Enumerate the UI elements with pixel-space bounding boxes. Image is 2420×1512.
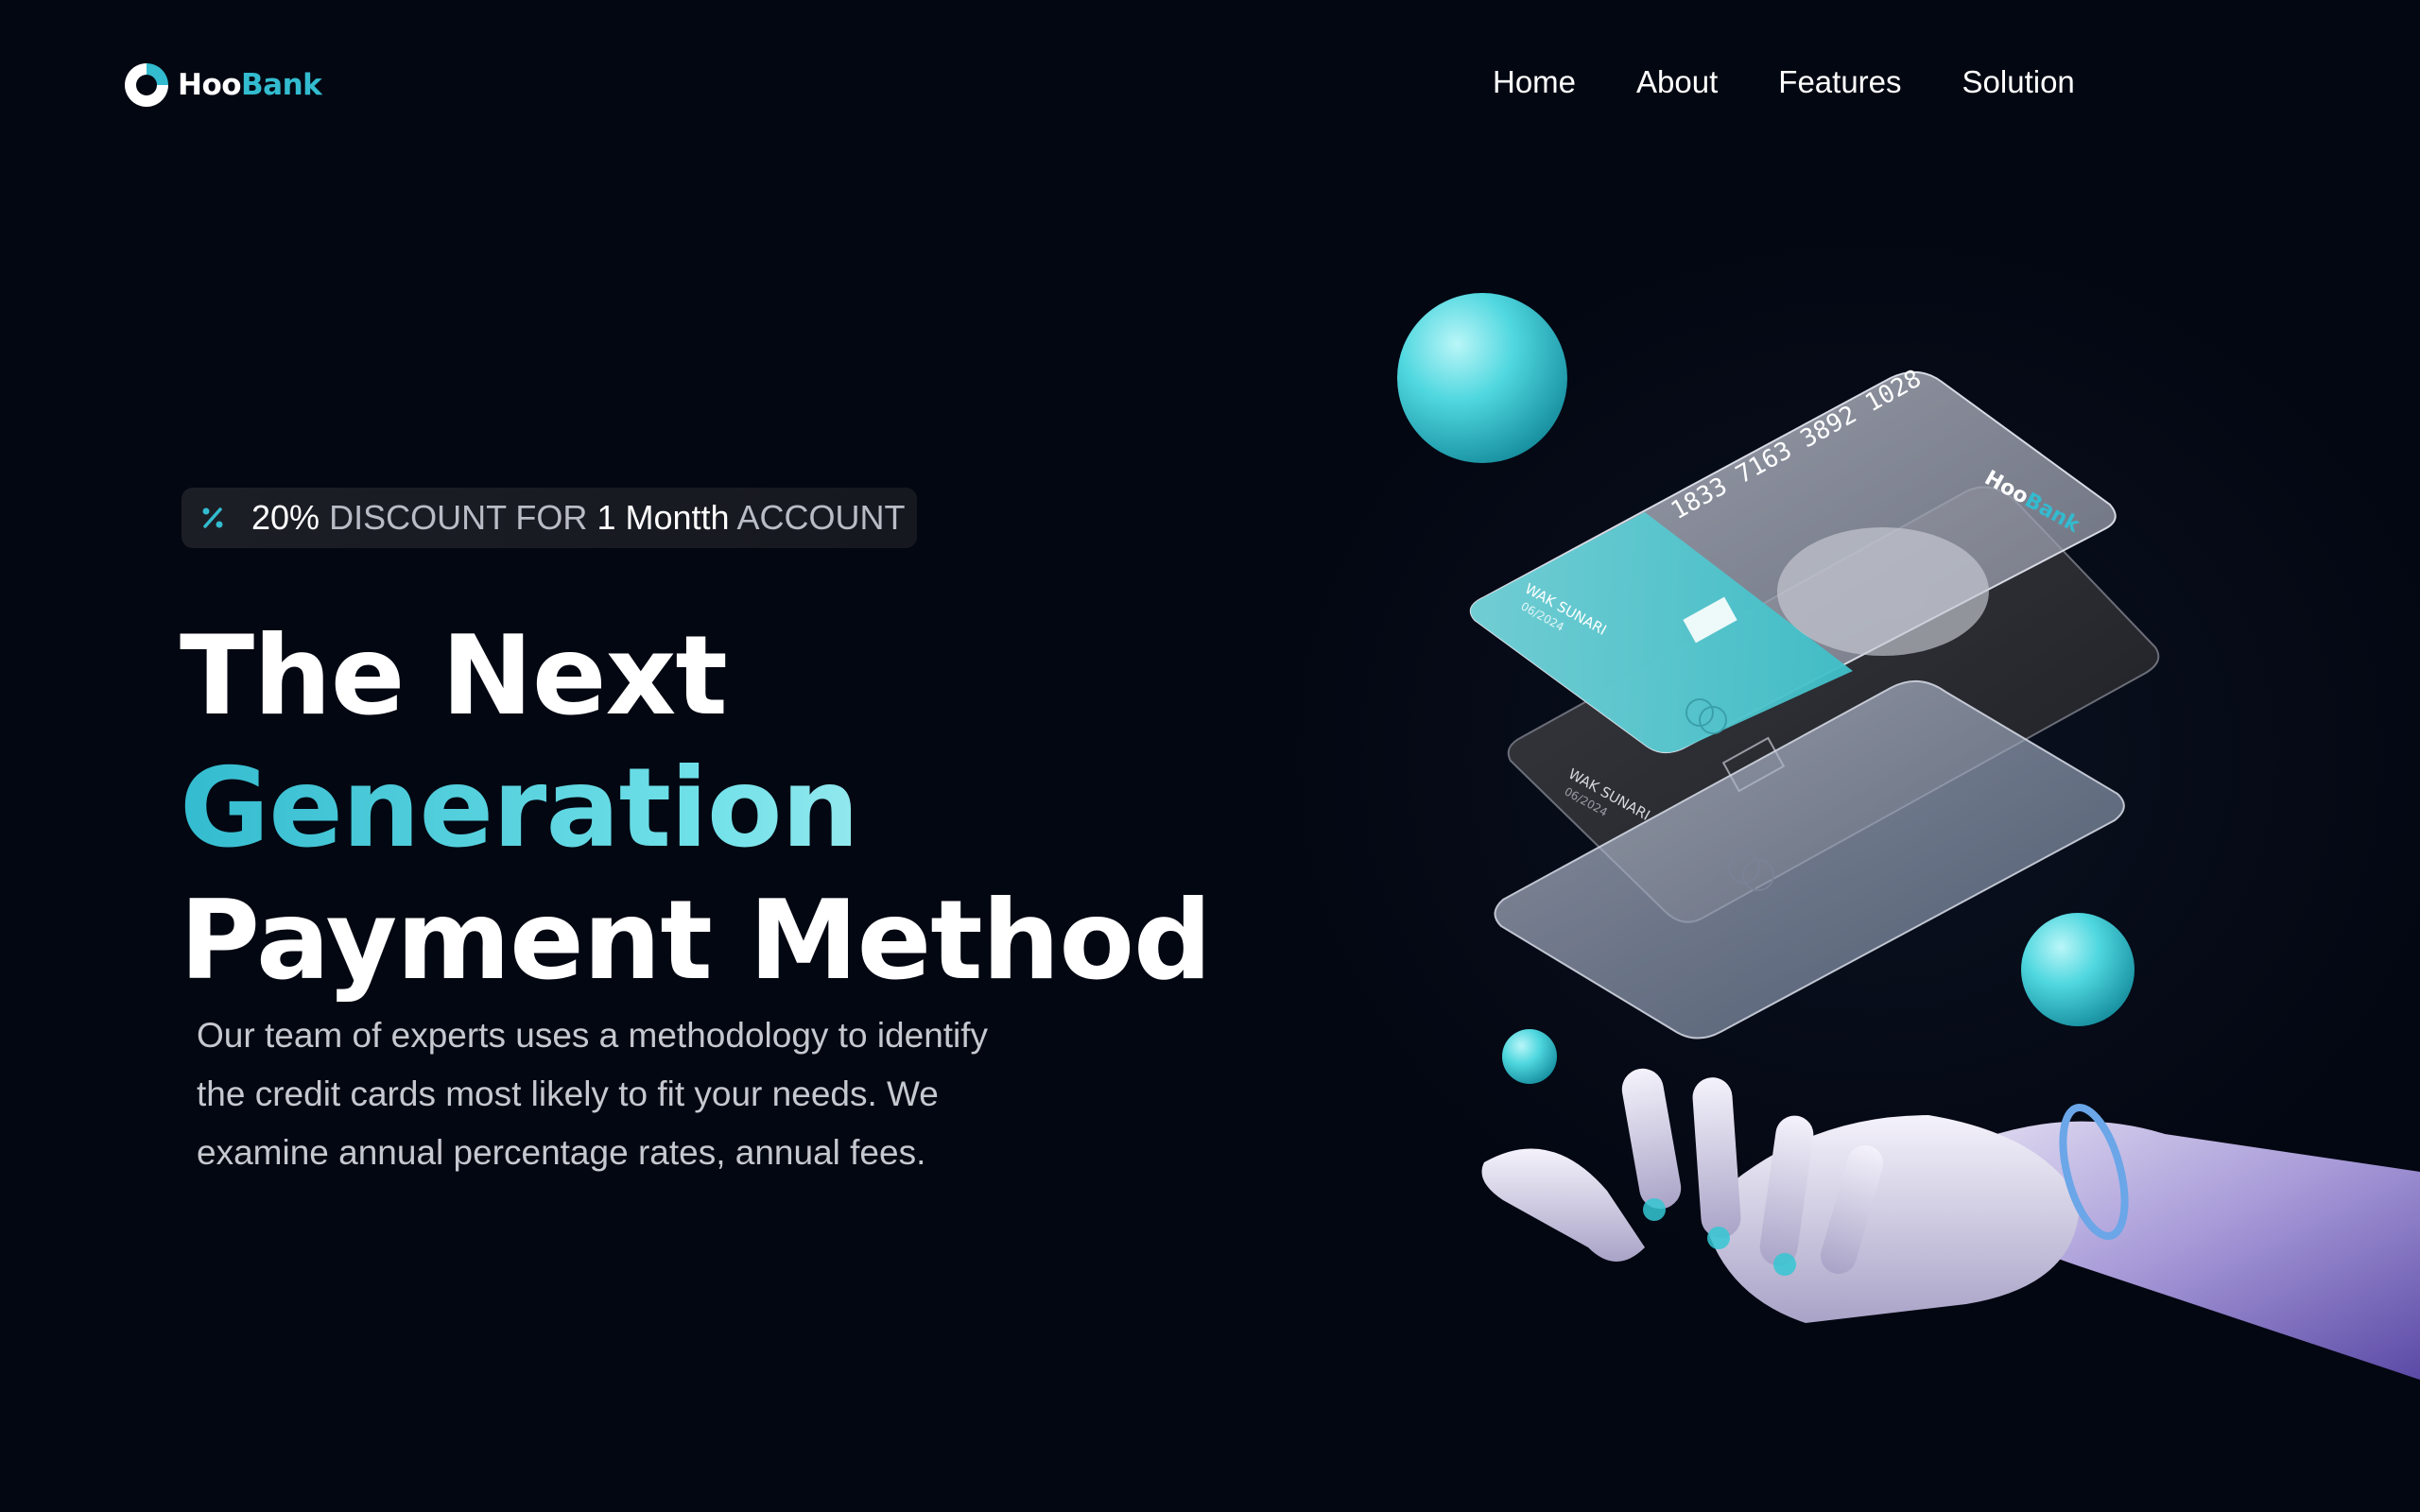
decor-sphere-small — [1502, 1029, 1557, 1084]
headline-line2: Generation — [180, 743, 1211, 875]
nav-about[interactable]: About — [1636, 64, 1718, 100]
hero-description: Our team of experts uses a methodology t… — [197, 1016, 989, 1172]
hero-headline: The Next Generation Payment Method — [180, 610, 1212, 1007]
landing-page: HooBank Home About Features Solution 20%… — [0, 0, 2420, 1512]
brand-name-part1: Hoo — [178, 68, 242, 102]
cards-robot-hand-illustration: WAK SUNARI 06/2024 1833 7163 3892 1028 H… — [1397, 293, 2420, 1380]
discount-icon — [202, 507, 223, 528]
decor-sphere-right — [2021, 913, 2135, 1026]
robot-finger-1 — [1621, 1068, 1682, 1210]
brand-name: HooBank — [178, 68, 322, 102]
brand-logo[interactable]: HooBank — [121, 60, 322, 111]
robot-hand — [1481, 1068, 2420, 1380]
discount-text: 20% DISCOUNT FOR 1 Montth ACCOUNT — [251, 498, 906, 538]
discount-percent: 20% — [251, 498, 320, 537]
discount-account: ACCOUNT — [736, 498, 906, 537]
nav-home[interactable]: Home — [1493, 64, 1576, 100]
headline-line1: The Next — [180, 612, 728, 740]
robot-joint-1 — [1643, 1198, 1666, 1221]
hero-illustration: WAK SUNARI 06/2024 1833 7163 3892 1028 H… — [1361, 265, 2420, 1512]
robot-joint-3 — [1773, 1253, 1796, 1276]
card-front-disc-inner — [1836, 563, 1930, 620]
robot-finger-2 — [1692, 1077, 1741, 1238]
robot-thumb — [1481, 1148, 1645, 1262]
robot-joint-2 — [1707, 1227, 1730, 1249]
decor-sphere-large — [1397, 293, 1567, 463]
discount-label: DISCOUNT FOR — [329, 498, 588, 537]
discount-badge: 20% DISCOUNT FOR 1 Montth ACCOUNT — [182, 488, 917, 548]
main-nav: Home About Features Solution — [1493, 64, 2075, 100]
hoobank-logo-icon — [125, 63, 168, 107]
nav-solution[interactable]: Solution — [1962, 64, 2075, 100]
headline-line3: Payment Method — [180, 877, 1212, 1005]
brand-name-part2: Bank — [241, 68, 322, 102]
discount-duration: 1 Montth — [596, 498, 730, 537]
nav-features[interactable]: Features — [1778, 64, 1901, 100]
